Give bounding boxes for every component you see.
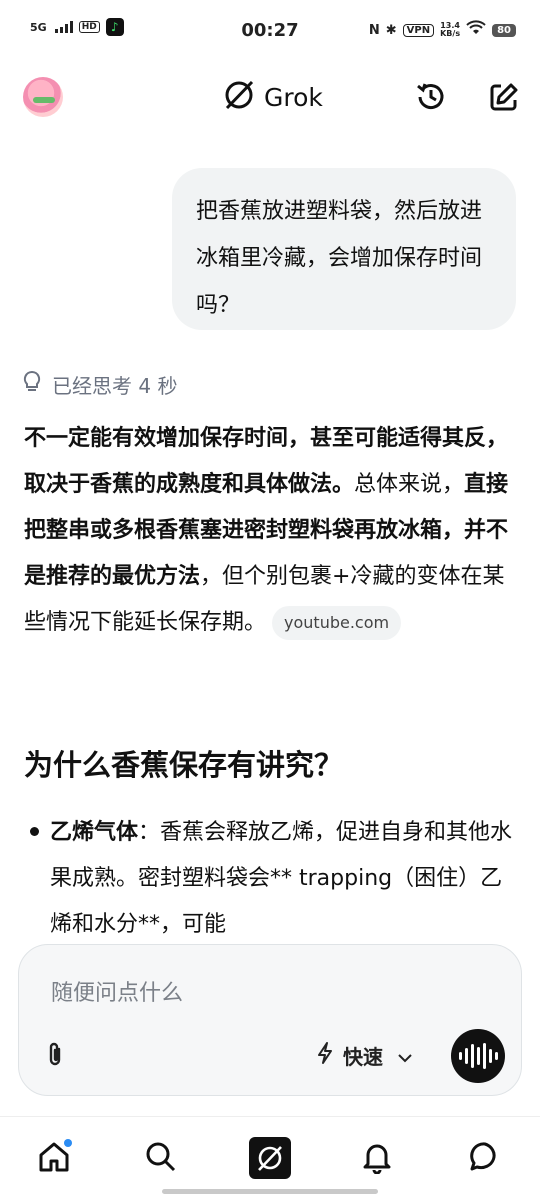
message-composer[interactable]: 随便问点什么 快速	[18, 944, 522, 1096]
mode-label: 快速	[343, 1045, 383, 1069]
source-chip[interactable]: youtube.com	[272, 606, 402, 640]
network-speed: 13.4 KB/s	[440, 22, 460, 38]
status-bar: 5G HD ♪ 00:27 N ✱ VPN 13.4 KB/s 80	[0, 0, 540, 62]
lightbulb-icon	[22, 370, 42, 399]
grok-icon[interactable]	[249, 1137, 291, 1179]
brand: Grok	[222, 78, 323, 116]
answer-text-2: 总体来说，	[354, 472, 465, 497]
mode-selector[interactable]: 快速	[315, 1041, 413, 1070]
message-input[interactable]: 随便问点什么	[51, 975, 183, 1007]
history-icon[interactable]	[414, 80, 448, 114]
bullet-marker	[30, 827, 39, 836]
bell-icon[interactable]	[357, 1137, 397, 1177]
grok-logo-icon	[222, 78, 256, 116]
bullet-term: 乙烯气体	[50, 820, 139, 845]
search-icon[interactable]	[141, 1137, 181, 1177]
assistant-answer: 不一定能有效增加保存时间，甚至可能适得其反，取决于香蕉的成熟度和具体做法。总体来…	[24, 416, 519, 646]
user-message-bubble: 把香蕉放进塑料袋，然后放进冰箱里冷藏，会增加保存时间吗？	[172, 168, 516, 330]
chat-icon[interactable]	[465, 1137, 505, 1177]
status-right: N ✱ VPN 13.4 KB/s 80	[369, 20, 516, 40]
bottom-navigation	[0, 1116, 540, 1199]
lightning-icon	[315, 1041, 335, 1070]
paperclip-icon[interactable]	[43, 1041, 67, 1073]
avatar[interactable]	[23, 77, 63, 117]
section-heading: 为什么香蕉保存有讲究？	[24, 748, 344, 782]
thinking-indicator[interactable]: 已经思考 4 秒	[22, 370, 177, 399]
home-indicator[interactable]	[162, 1189, 378, 1194]
battery-indicator: 80	[492, 23, 516, 37]
voice-mode-button[interactable]	[451, 1029, 505, 1083]
brand-name: Grok	[264, 82, 323, 112]
thinking-label: 已经思考 4 秒	[52, 374, 178, 398]
app-header: Grok	[0, 62, 540, 132]
wifi-icon	[466, 20, 486, 40]
chevron-down-icon	[397, 1044, 413, 1068]
compose-icon[interactable]	[487, 80, 521, 114]
home-icon[interactable]	[34, 1137, 74, 1177]
speed-unit: KB/s	[440, 29, 461, 38]
nfc-icon: N	[368, 22, 380, 38]
vpn-badge: VPN	[402, 23, 435, 37]
list-item: 乙烯气体：香蕉会释放乙烯，促进自身和其他水果成熟。密封塑料袋会** trappi…	[50, 810, 515, 948]
bluetooth-icon: ✱	[385, 22, 397, 38]
notification-dot	[64, 1139, 72, 1147]
voice-wave-icon	[458, 1052, 462, 1060]
